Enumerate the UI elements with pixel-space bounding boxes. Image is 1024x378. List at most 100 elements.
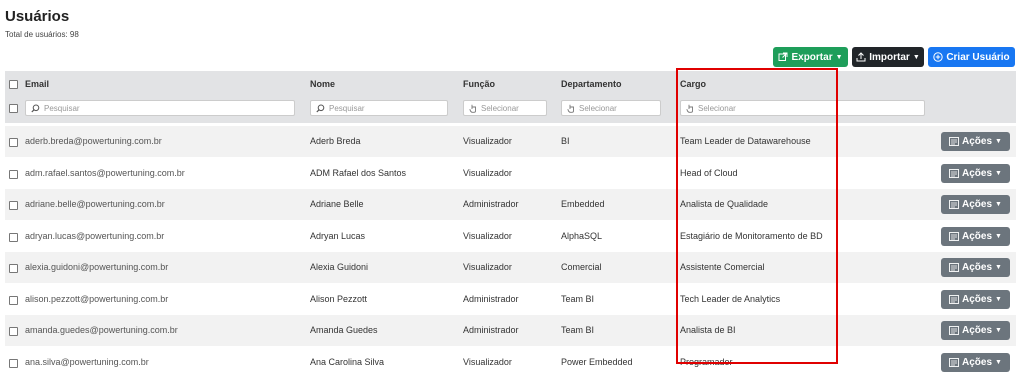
actions-button-label: Ações — [962, 325, 993, 336]
cargo-filter-select[interactable]: Selecionar — [680, 100, 925, 116]
row-departamento: Power Embedded — [561, 356, 633, 367]
row-checkbox[interactable] — [9, 327, 18, 336]
pointer-hand-icon — [686, 104, 693, 113]
table-row: alison.pezzott@powertuning.com.br Alison… — [5, 283, 1016, 315]
row-checkbox[interactable] — [9, 138, 18, 147]
actions-button-label: Ações — [962, 136, 993, 147]
actions-button[interactable]: Ações ▼ — [941, 289, 1010, 309]
row-cargo: Tech Leader de Analytics — [680, 293, 781, 304]
chevron-down-icon: ▼ — [995, 232, 1002, 240]
create-user-button[interactable]: Criar Usuário — [928, 47, 1015, 67]
email-filter-placeholder: Pesquisar — [44, 103, 80, 113]
pointer-hand-icon — [567, 104, 574, 113]
row-nome: Adriane Belle — [310, 199, 364, 209]
chevron-down-icon: ▼ — [835, 53, 843, 61]
column-header-email[interactable]: Email — [25, 79, 49, 89]
row-nome: Adryan Lucas — [310, 230, 366, 241]
actions-button[interactable]: Ações ▼ — [941, 226, 1010, 246]
cargo-filter-placeholder: Selecionar — [698, 103, 736, 113]
row-email: alison.pezzott@powertuning.com.br — [25, 293, 169, 304]
departamento-filter-select[interactable]: Selecionar — [561, 100, 661, 116]
funcao-filter-placeholder: Selecionar — [481, 103, 519, 113]
departamento-filter-placeholder: Selecionar — [579, 103, 617, 113]
export-button-label: Exportar — [791, 51, 833, 63]
row-checkbox[interactable] — [9, 358, 18, 368]
row-departamento: BI — [561, 136, 570, 146]
actions-button[interactable]: Ações ▼ — [941, 132, 1010, 151]
actions-button[interactable]: Ações ▼ — [941, 163, 1010, 183]
row-funcao: Visualizador — [463, 167, 512, 178]
row-funcao: Visualizador — [463, 356, 512, 367]
row-checkbox[interactable] — [9, 232, 18, 242]
select-all-checkbox[interactable] — [9, 80, 18, 89]
row-funcao: Visualizador — [463, 136, 512, 146]
chevron-down-icon: ▼ — [995, 264, 1002, 271]
list-icon — [949, 326, 959, 335]
email-filter-input[interactable]: Pesquisar — [25, 100, 295, 116]
table-row: adryan.lucas@powertuning.com.br Adryan L… — [5, 220, 1016, 252]
actions-button-label: Ações — [962, 167, 993, 179]
actions-button[interactable]: Ações ▼ — [941, 195, 1010, 214]
chevron-down-icon: ▼ — [995, 295, 1002, 303]
row-funcao: Administrador — [463, 199, 519, 209]
row-nome: Amanda Guedes — [310, 325, 378, 335]
list-icon — [949, 263, 959, 272]
pointer-hand-icon — [469, 104, 476, 113]
row-nome: ADM Rafael dos Santos — [310, 167, 407, 178]
row-funcao: Administrador — [463, 325, 519, 335]
nome-filter-input[interactable]: Pesquisar — [310, 100, 448, 116]
column-header-cargo[interactable]: Cargo — [680, 79, 706, 89]
row-email: adm.rafael.santos@powertuning.com.br — [25, 167, 185, 178]
plus-circle-icon — [933, 52, 944, 62]
users-table: Email Nome Função Departamento Cargo Pes… — [5, 71, 1016, 378]
row-nome: Ana Carolina Silva — [310, 356, 385, 367]
search-icon — [316, 104, 325, 112]
row-departamento: Embedded — [561, 199, 605, 209]
row-funcao: Visualizador — [463, 262, 512, 272]
page-title: Usuários — [5, 8, 70, 25]
row-email: amanda.guedes@powertuning.com.br — [25, 325, 178, 335]
search-icon — [31, 104, 40, 112]
list-icon — [949, 231, 959, 241]
funcao-filter-select[interactable]: Selecionar — [463, 100, 547, 116]
chevron-down-icon: ▼ — [995, 327, 1002, 334]
filter-row-checkbox[interactable] — [9, 104, 18, 113]
actions-button-label: Ações — [962, 262, 993, 273]
row-cargo: Assistente Comercial — [680, 262, 765, 272]
actions-button-label: Ações — [962, 199, 993, 210]
row-email: adriane.belle@powertuning.com.br — [25, 199, 165, 209]
row-email: alexia.guidoni@powertuning.com.br — [25, 262, 169, 272]
row-departamento: AlphaSQL — [561, 230, 603, 241]
actions-button-label: Ações — [962, 293, 993, 305]
export-button[interactable]: Exportar ▼ — [773, 47, 848, 67]
row-funcao: Administrador — [463, 293, 519, 304]
column-header-nome[interactable]: Nome — [310, 79, 335, 89]
create-user-button-label: Criar Usuário — [946, 51, 1010, 63]
chevron-down-icon: ▼ — [995, 201, 1002, 208]
row-departamento: Comercial — [561, 262, 602, 272]
chevron-down-icon: ▼ — [995, 138, 1002, 145]
row-email: aderb.breda@powertuning.com.br — [25, 136, 162, 146]
row-departamento: Team BI — [561, 325, 595, 335]
row-checkbox[interactable] — [9, 264, 18, 273]
list-icon — [949, 168, 959, 178]
column-header-funcao[interactable]: Função — [463, 79, 495, 89]
nome-filter-placeholder: Pesquisar — [329, 103, 365, 113]
import-button[interactable]: Importar ▼ — [852, 47, 924, 67]
row-checkbox[interactable] — [9, 295, 18, 305]
table-row: alexia.guidoni@powertuning.com.br Alexia… — [5, 252, 1016, 283]
list-icon — [949, 294, 959, 304]
row-cargo: Analista de Qualidade — [680, 199, 769, 209]
actions-button-label: Ações — [962, 356, 993, 368]
actions-button[interactable]: Ações ▼ — [941, 258, 1010, 277]
row-nome: Alexia Guidoni — [310, 262, 369, 272]
actions-button[interactable]: Ações ▼ — [941, 321, 1010, 340]
table-row: adm.rafael.santos@powertuning.com.br ADM… — [5, 157, 1016, 189]
row-cargo: Head of Cloud — [680, 167, 738, 178]
row-checkbox[interactable] — [9, 169, 18, 179]
list-icon — [949, 137, 959, 146]
row-cargo: Estagiário de Monitoramento de BD — [680, 230, 823, 241]
row-checkbox[interactable] — [9, 201, 18, 210]
row-email: ana.silva@powertuning.com.br — [25, 356, 149, 367]
column-header-departamento[interactable]: Departamento — [561, 79, 622, 89]
